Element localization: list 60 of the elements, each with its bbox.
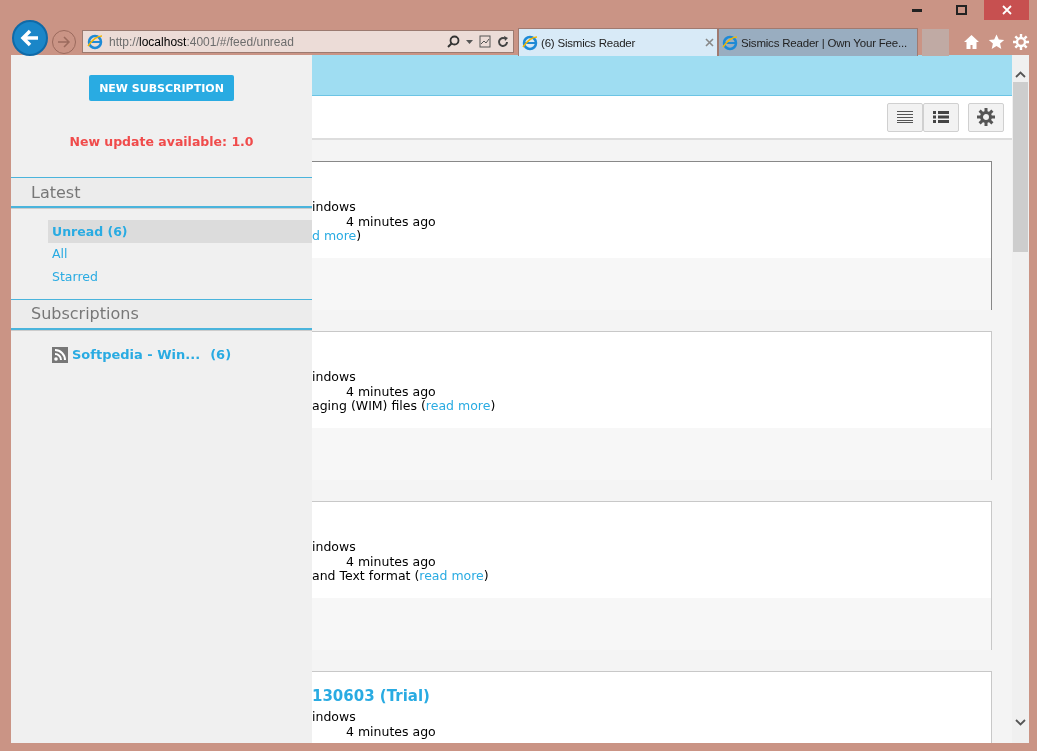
section-heading: Subscriptions	[31, 304, 139, 323]
search-icon[interactable]	[447, 35, 460, 48]
settings-icon[interactable]	[1013, 33, 1029, 50]
article-time: 4 minutes ago	[346, 383, 436, 399]
browser-logo-icon	[522, 34, 538, 51]
read-more-link[interactable]: d more	[312, 228, 357, 243]
article-source: indows	[312, 539, 356, 554]
scroll-thumb[interactable]	[1013, 82, 1028, 252]
address-field[interactable]: http://localhost:4001/#/feed/unread	[82, 30, 514, 53]
section-heading: Latest	[31, 182, 81, 202]
read-more-link[interactable]: read more	[419, 568, 484, 583]
list-icon	[933, 111, 949, 123]
parenthesis-text: )	[490, 398, 496, 413]
caret-icon[interactable]	[466, 39, 473, 44]
article-source: indows	[312, 199, 356, 214]
scrollbar[interactable]	[1012, 55, 1029, 743]
subscription-title: Softpedia - Win...	[72, 347, 201, 363]
maximize-icon[interactable]	[956, 5, 967, 15]
article-source: indows	[312, 369, 356, 384]
article-summary: and Text format (	[312, 568, 420, 583]
minimize-icon[interactable]	[911, 8, 922, 12]
parenthesis-text: )	[356, 228, 362, 243]
sidebar-link[interactable]: All	[48, 242, 312, 265]
scroll-up-icon[interactable]	[1015, 71, 1026, 78]
refresh-icon[interactable]	[497, 35, 509, 48]
sidebar-link[interactable]: Starred	[48, 265, 312, 288]
close-button[interactable]	[984, 0, 1029, 20]
unread-count: (6)	[210, 347, 232, 363]
arrow-left-icon	[20, 28, 40, 47]
close-tab-icon[interactable]	[705, 38, 714, 47]
browser-logo-icon	[722, 34, 738, 51]
parenthesis-text: )	[483, 568, 489, 583]
star-icon[interactable]	[988, 33, 1005, 50]
list-view-button[interactable]	[923, 102, 959, 132]
url-text: http://localhost:4001/#/feed/unread	[109, 34, 294, 49]
back-button[interactable]	[12, 19, 48, 56]
full-view-button[interactable]	[887, 102, 923, 132]
scroll-down-icon[interactable]	[1015, 719, 1026, 726]
rss-icon	[52, 346, 68, 363]
article-time: 4 minutes ago	[346, 723, 436, 739]
lines-icon	[897, 111, 913, 123]
settings-icon	[977, 108, 995, 126]
article-title[interactable]: 130603 (Trial)	[312, 686, 991, 710]
arrow-right-icon	[57, 35, 71, 48]
settings-button[interactable]	[968, 102, 1004, 132]
browser-tab[interactable]: Sismics Reader | Own Your Fee...	[718, 28, 918, 56]
sidebar-link[interactable]: Unread (6)	[48, 220, 312, 243]
browser-logo-icon	[87, 33, 103, 50]
new-subscription-button[interactable]: NEW SUBSCRIPTION	[89, 75, 234, 101]
close-icon[interactable]	[1001, 5, 1012, 15]
article-summary: aging (WIM) files (	[312, 398, 426, 413]
read-more-link[interactable]: read more	[425, 398, 491, 413]
article-time: 4 minutes ago	[346, 553, 436, 569]
home-icon[interactable]	[963, 33, 980, 50]
article-time: 4 minutes ago	[346, 213, 436, 229]
article-source: indows	[312, 709, 356, 724]
browser-tab[interactable]: (6) Sismics Reader	[518, 28, 718, 56]
subscription-item[interactable]: Softpedia - Win... (6)	[48, 343, 312, 366]
update-notice: New update available: 1.0	[69, 134, 254, 149]
compatibility-icon[interactable]	[479, 35, 491, 48]
